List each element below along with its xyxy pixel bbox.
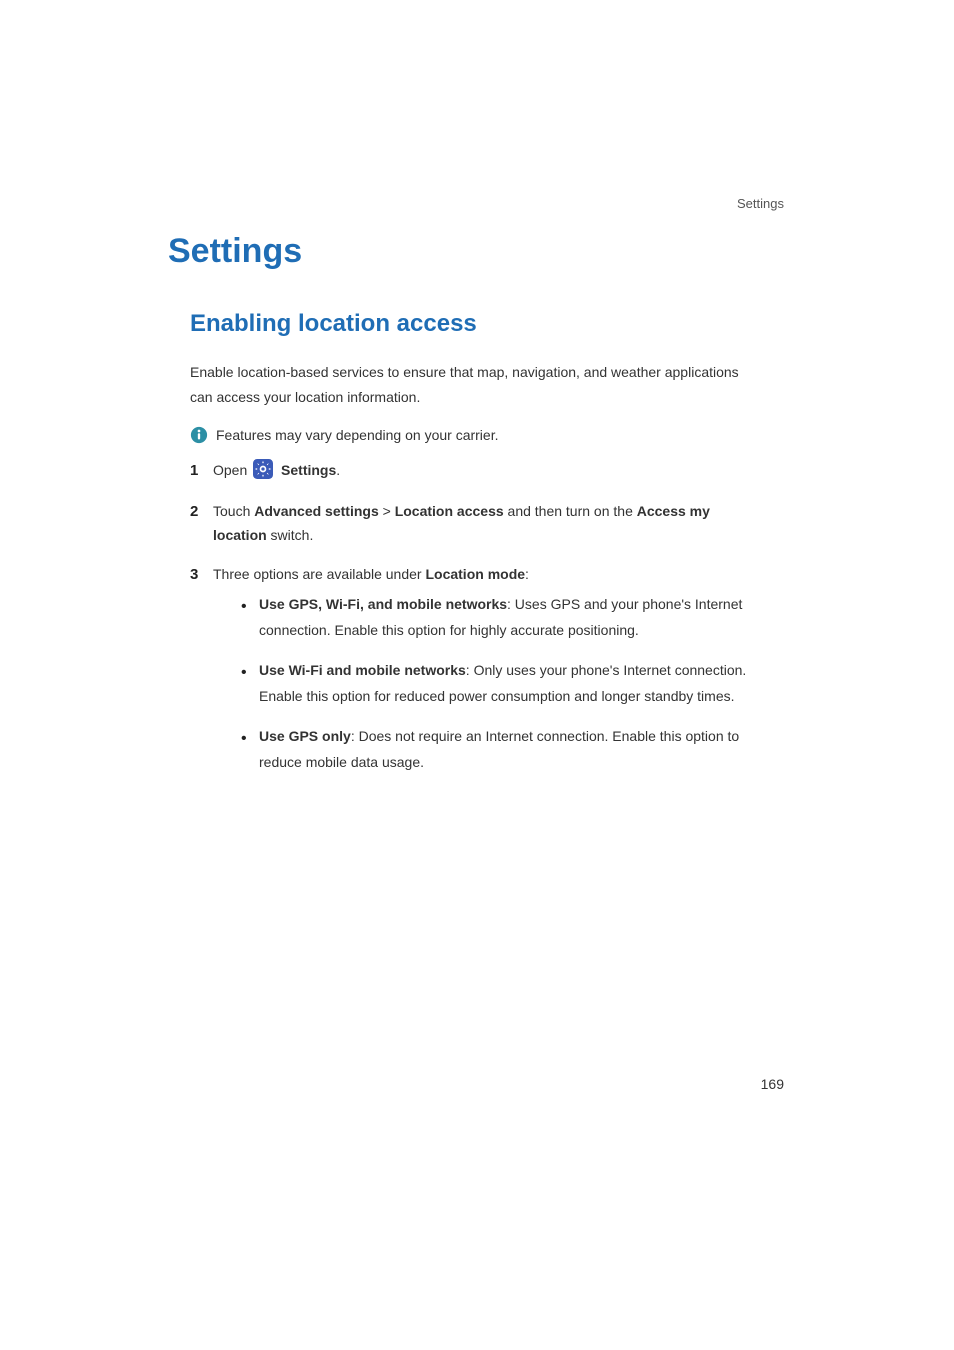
section-title: Enabling location access <box>190 310 477 338</box>
chapter-title: Settings <box>168 232 302 271</box>
info-icon <box>190 426 208 444</box>
step-number: 3 <box>190 562 205 790</box>
bullet-item: Use GPS only: Does not require an Intern… <box>241 724 750 776</box>
step-number: 1 <box>190 458 205 484</box>
step-1-open: Open <box>213 462 247 478</box>
bullet-2-title: Use Wi-Fi and mobile networks <box>259 662 466 678</box>
step-3-mode: Location mode <box>425 566 525 582</box>
header-section-label: Settings <box>737 196 784 211</box>
step-2-mid: and then turn on the <box>504 503 637 519</box>
bullet-1-title: Use GPS, Wi-Fi, and mobile networks <box>259 596 507 612</box>
step-2: 2 Touch Advanced settings > Location acc… <box>190 499 750 548</box>
step-3-colon: : <box>525 566 529 582</box>
step-body: Touch Advanced settings > Location acces… <box>213 499 750 548</box>
step-body: Open Settings. <box>213 458 750 484</box>
bullet-item: Use Wi-Fi and mobile networks: Only uses… <box>241 658 750 710</box>
step-2-advanced: Advanced settings <box>254 503 378 519</box>
note-text: Features may vary depending on your carr… <box>216 427 498 443</box>
bullet-3-title: Use GPS only <box>259 728 351 744</box>
intro-paragraph: Enable location-based services to ensure… <box>190 360 750 410</box>
step-2-sep: > <box>379 503 395 519</box>
step-2-location-access: Location access <box>395 503 504 519</box>
step-3-lead: Three options are available under <box>213 566 425 582</box>
step-1-app: Settings <box>281 462 336 478</box>
note-row: Features may vary depending on your carr… <box>190 426 750 444</box>
step-3: 3 Three options are available under Loca… <box>190 562 750 790</box>
step-2-touch: Touch <box>213 503 254 519</box>
bullet-list: Use GPS, Wi-Fi, and mobile networks: Use… <box>213 592 750 775</box>
page-number: 169 <box>761 1076 784 1092</box>
bullet-item: Use GPS, Wi-Fi, and mobile networks: Use… <box>241 592 750 644</box>
step-1-period: . <box>336 462 340 478</box>
content-body: Enable location-based services to ensure… <box>190 360 750 803</box>
settings-app-icon <box>253 459 273 479</box>
step-number: 2 <box>190 499 205 548</box>
step-1: 1 Open Settings. <box>190 458 750 484</box>
step-2-tail: switch. <box>267 527 314 543</box>
step-body: Three options are available under Locati… <box>213 562 750 790</box>
